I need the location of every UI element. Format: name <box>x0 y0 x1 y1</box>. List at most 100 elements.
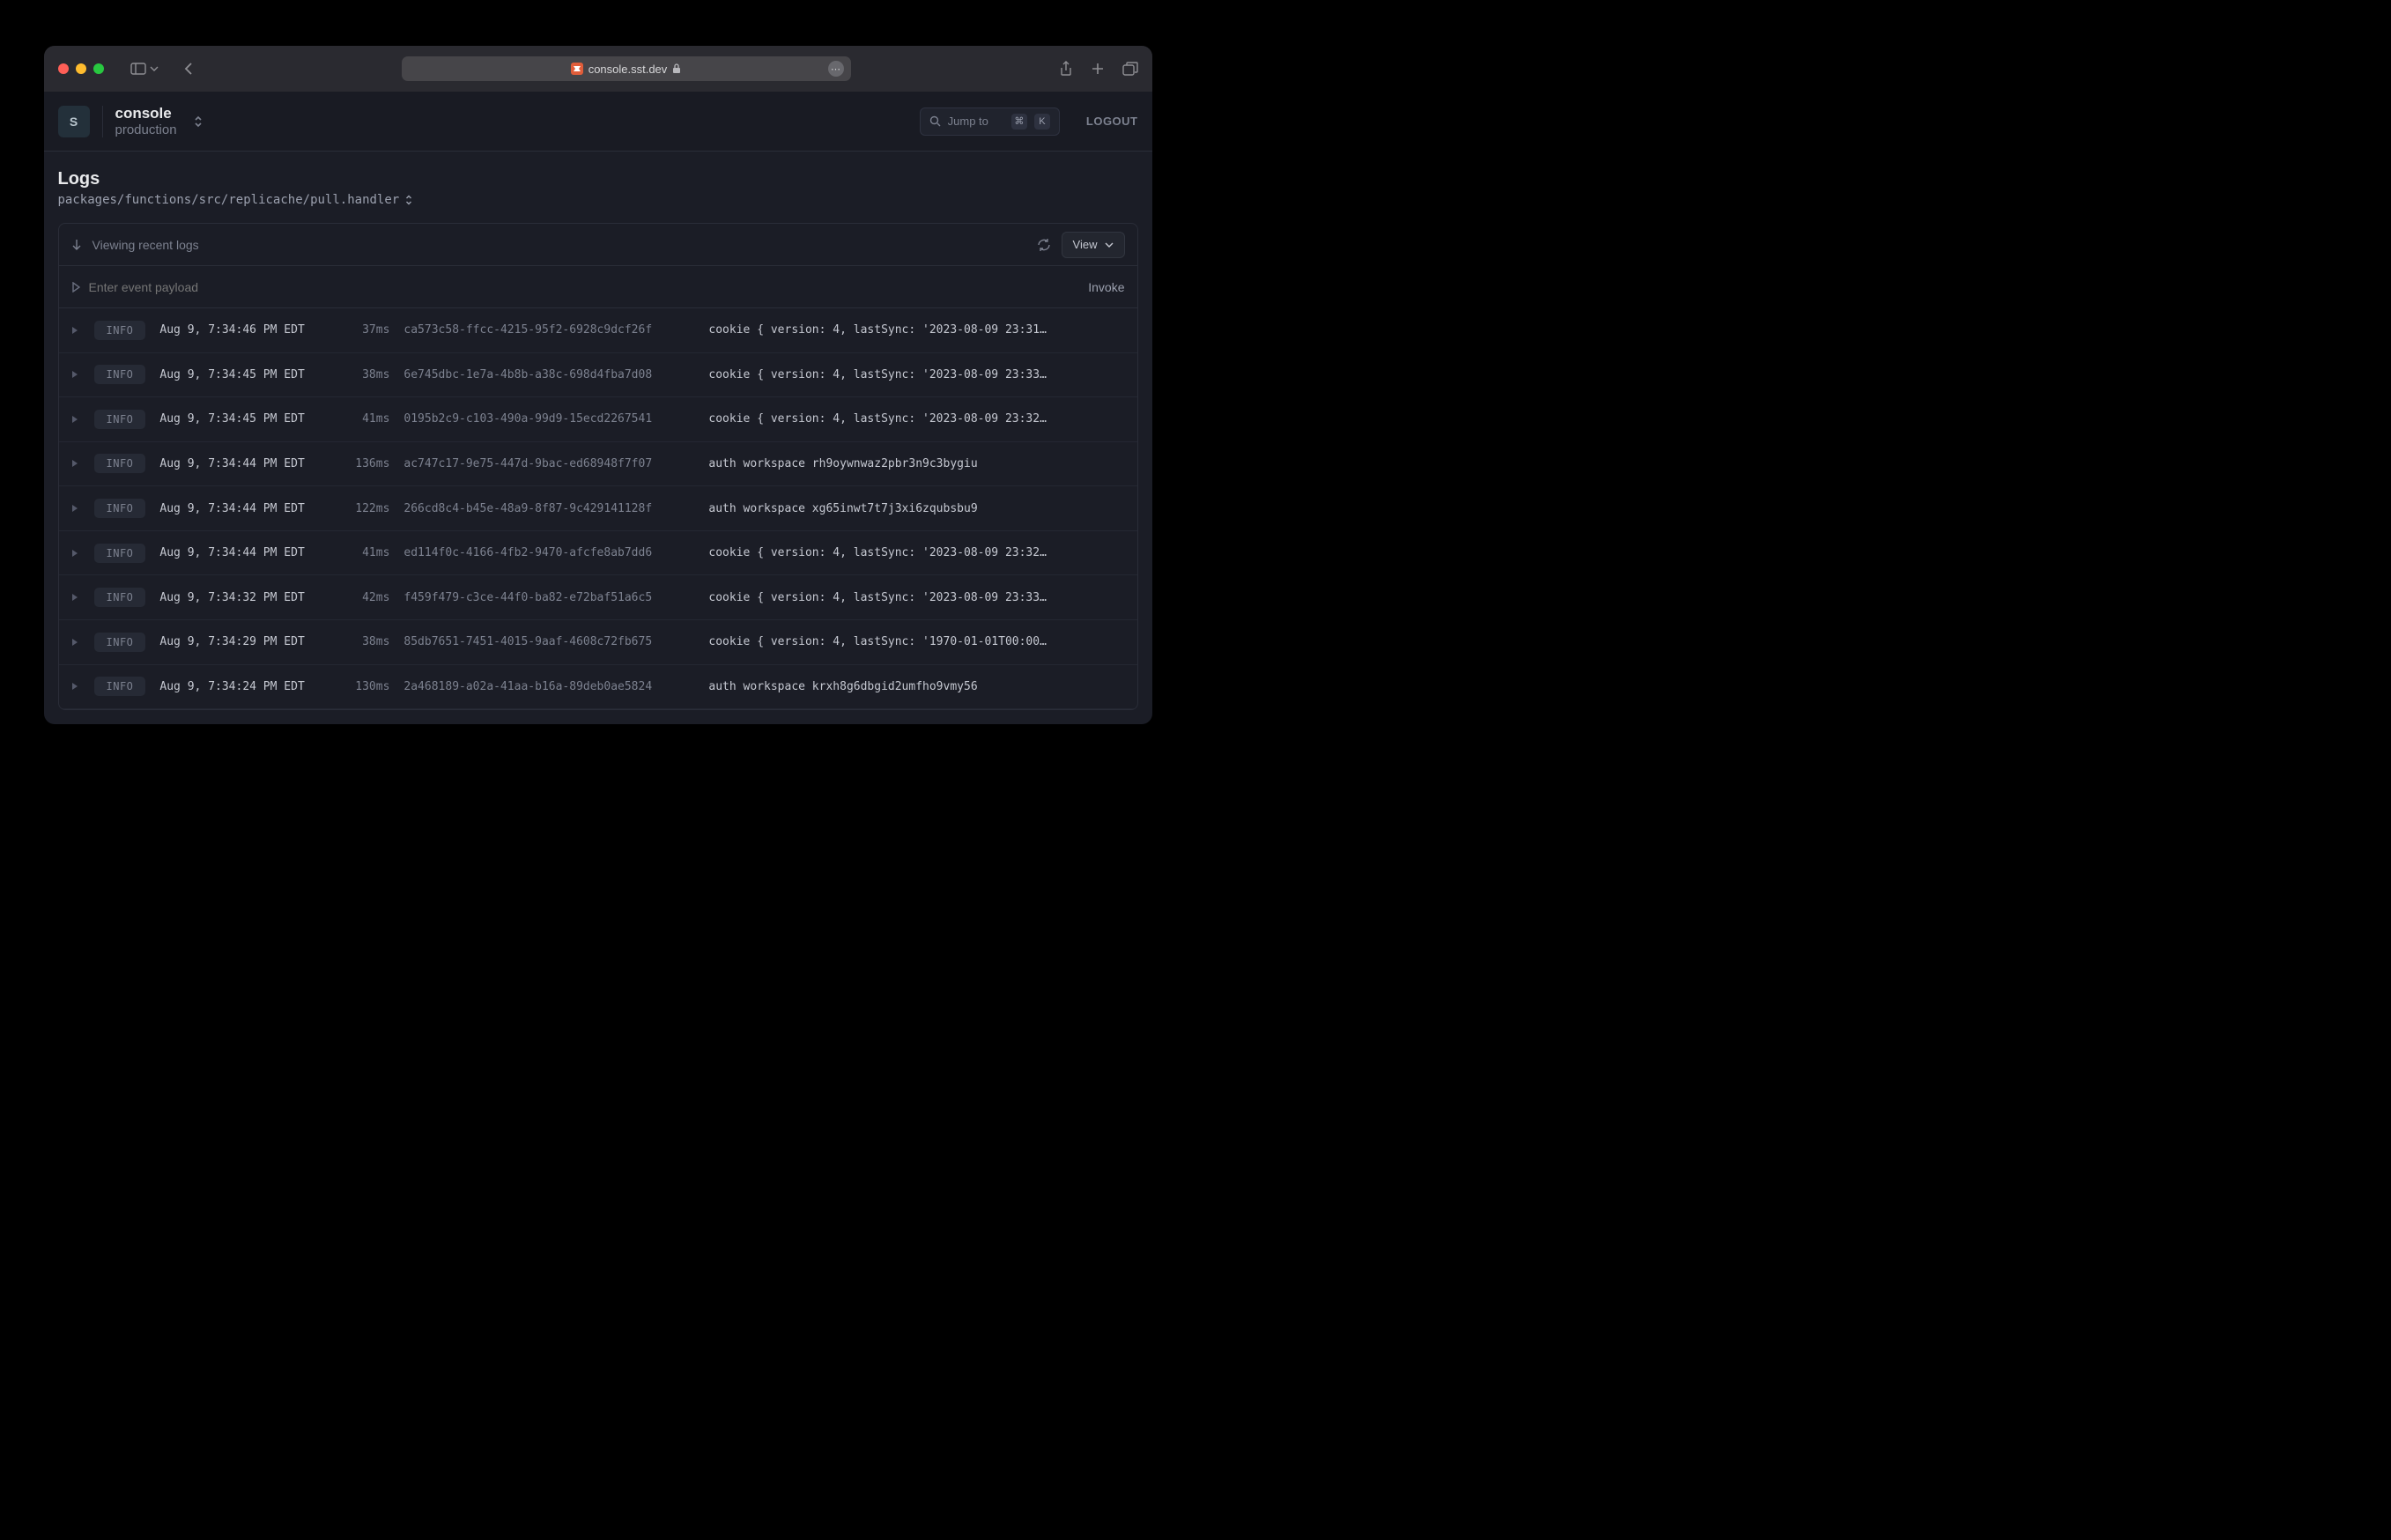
log-message: cookie { version: 4, lastSync: '2023-08-… <box>708 323 1124 337</box>
log-message: cookie { version: 4, lastSync: '2023-08-… <box>708 591 1124 604</box>
log-level-badge: INFO <box>94 544 146 563</box>
log-timestamp: Aug 9, 7:34:45 PM EDT <box>159 412 322 426</box>
refresh-button[interactable] <box>1037 238 1051 252</box>
address-bar: console.sst.dev ⋯ <box>204 56 1048 81</box>
avatar-letter: S <box>70 115 78 129</box>
log-duration: 42ms <box>337 591 389 604</box>
window-close-button[interactable] <box>58 63 69 74</box>
log-row[interactable]: INFO Aug 9, 7:34:29 PM EDT 38ms 85db7651… <box>59 620 1137 665</box>
address-pill[interactable]: console.sst.dev ⋯ <box>402 56 851 81</box>
workspace-avatar[interactable]: S <box>58 106 90 137</box>
logs-panel: Viewing recent logs View <box>58 223 1138 710</box>
log-rows: INFO Aug 9, 7:34:46 PM EDT 37ms ca573c58… <box>59 308 1137 709</box>
page-menu-icon[interactable]: ⋯ <box>828 61 844 77</box>
expand-caret-icon[interactable] <box>71 459 80 468</box>
expand-caret-icon[interactable] <box>71 682 80 691</box>
expand-caret-icon[interactable] <box>71 370 80 379</box>
logs-toolbar: Viewing recent logs View <box>59 224 1137 266</box>
path-text: packages/functions/src/replicache/pull.h… <box>58 193 400 207</box>
expand-caret-icon[interactable] <box>71 504 80 513</box>
log-request-id: ca573c58-ffcc-4215-95f2-6928c9dcf26f <box>403 323 694 337</box>
expand-caret-icon[interactable] <box>71 549 80 558</box>
log-timestamp: Aug 9, 7:34:44 PM EDT <box>159 546 322 559</box>
workspace-info: console production <box>115 105 177 137</box>
log-row[interactable]: INFO Aug 9, 7:34:44 PM EDT 136ms ac747c1… <box>59 442 1137 487</box>
browser-chrome: console.sst.dev ⋯ <box>44 46 1152 92</box>
log-row[interactable]: INFO Aug 9, 7:34:32 PM EDT 42ms f459f479… <box>59 575 1137 620</box>
sidebar-toggle[interactable] <box>130 63 159 75</box>
event-payload-input[interactable] <box>89 280 1080 294</box>
logout-button[interactable]: LOGOUT <box>1086 115 1138 128</box>
log-row[interactable]: INFO Aug 9, 7:34:45 PM EDT 41ms 0195b2c9… <box>59 397 1137 442</box>
page-title: Logs <box>58 169 1138 189</box>
log-duration: 37ms <box>337 323 389 337</box>
view-label: View <box>1073 238 1098 251</box>
log-level-badge: INFO <box>94 410 146 429</box>
log-timestamp: Aug 9, 7:34:29 PM EDT <box>159 635 322 648</box>
app-header: S console production Jump to ⌘ K LOGOUT <box>44 92 1152 152</box>
log-level-badge: INFO <box>94 633 146 652</box>
log-timestamp: Aug 9, 7:34:32 PM EDT <box>159 591 322 604</box>
log-level-badge: INFO <box>94 588 146 607</box>
chevron-down-icon <box>150 66 159 71</box>
log-request-id: f459f479-c3ce-44f0-ba82-e72baf51a6c5 <box>403 591 694 604</box>
log-duration: 136ms <box>337 457 389 470</box>
log-timestamp: Aug 9, 7:34:44 PM EDT <box>159 457 322 470</box>
window-maximize-button[interactable] <box>93 63 104 74</box>
traffic-lights <box>58 63 104 74</box>
expand-caret-icon[interactable] <box>71 415 80 424</box>
invoke-row: Invoke <box>59 266 1137 308</box>
log-message: cookie { version: 4, lastSync: '2023-08-… <box>708 368 1124 381</box>
log-timestamp: Aug 9, 7:34:45 PM EDT <box>159 368 322 381</box>
new-tab-icon[interactable] <box>1091 62 1105 76</box>
browser-window: console.sst.dev ⋯ <box>44 46 1152 724</box>
browser-actions <box>1059 61 1138 77</box>
expand-caret-icon[interactable] <box>71 326 80 335</box>
log-level-badge: INFO <box>94 677 146 696</box>
log-duration: 41ms <box>337 546 389 559</box>
log-request-id: 2a468189-a02a-41aa-b16a-89deb0ae5824 <box>403 680 694 693</box>
site-favicon <box>571 63 583 75</box>
jump-to-search[interactable]: Jump to ⌘ K <box>920 107 1060 136</box>
log-message: auth workspace krxh8g6dbgid2umfho9vmy56 <box>708 680 1124 693</box>
log-level-badge: INFO <box>94 365 146 384</box>
nav-back-button[interactable] <box>183 62 194 76</box>
view-dropdown[interactable]: View <box>1062 232 1125 258</box>
search-icon <box>929 115 941 127</box>
up-down-chevron-icon <box>404 194 413 206</box>
expand-caret-icon[interactable] <box>71 593 80 602</box>
log-timestamp: Aug 9, 7:34:24 PM EDT <box>159 680 322 693</box>
url-text: console.sst.dev <box>588 63 668 76</box>
log-level-badge: INFO <box>94 454 146 473</box>
log-row[interactable]: INFO Aug 9, 7:34:44 PM EDT 41ms ed114f0c… <box>59 531 1137 576</box>
log-row[interactable]: INFO Aug 9, 7:34:45 PM EDT 38ms 6e745dbc… <box>59 353 1137 398</box>
log-timestamp: Aug 9, 7:34:44 PM EDT <box>159 502 322 515</box>
tabs-icon[interactable] <box>1122 62 1138 76</box>
page-path[interactable]: packages/functions/src/replicache/pull.h… <box>58 193 1138 207</box>
jump-to-placeholder: Jump to <box>948 115 988 128</box>
log-request-id: ac747c17-9e75-447d-9bac-ed68948f7f07 <box>403 457 694 470</box>
divider <box>102 106 103 137</box>
invoke-button[interactable]: Invoke <box>1088 280 1124 294</box>
lock-icon <box>672 63 681 74</box>
play-icon <box>71 282 80 292</box>
log-message: auth workspace rh9oywnwaz2pbr3n9c3bygiu <box>708 457 1124 470</box>
toolbar-status: Viewing recent logs <box>93 238 199 252</box>
log-request-id: 266cd8c4-b45e-48a9-8f87-9c429141128f <box>403 502 694 515</box>
log-row[interactable]: INFO Aug 9, 7:34:46 PM EDT 37ms ca573c58… <box>59 308 1137 353</box>
log-level-badge: INFO <box>94 499 146 518</box>
log-level-badge: INFO <box>94 321 146 340</box>
log-duration: 41ms <box>337 412 389 426</box>
log-row[interactable]: INFO Aug 9, 7:34:24 PM EDT 130ms 2a46818… <box>59 665 1137 710</box>
workspace-switcher[interactable] <box>193 115 204 129</box>
expand-caret-icon[interactable] <box>71 638 80 647</box>
log-request-id: ed114f0c-4166-4fb2-9470-afcfe8ab7dd6 <box>403 546 694 559</box>
share-icon[interactable] <box>1059 61 1073 77</box>
log-row[interactable]: INFO Aug 9, 7:34:44 PM EDT 122ms 266cd8c… <box>59 486 1137 531</box>
log-duration: 122ms <box>337 502 389 515</box>
log-timestamp: Aug 9, 7:34:46 PM EDT <box>159 323 322 337</box>
log-message: auth workspace xg65inwt7t7j3xi6zqubsbu9 <box>708 502 1124 515</box>
window-minimize-button[interactable] <box>76 63 86 74</box>
page-header: Logs packages/functions/src/replicache/p… <box>44 152 1152 223</box>
up-down-chevron-icon <box>193 115 204 129</box>
